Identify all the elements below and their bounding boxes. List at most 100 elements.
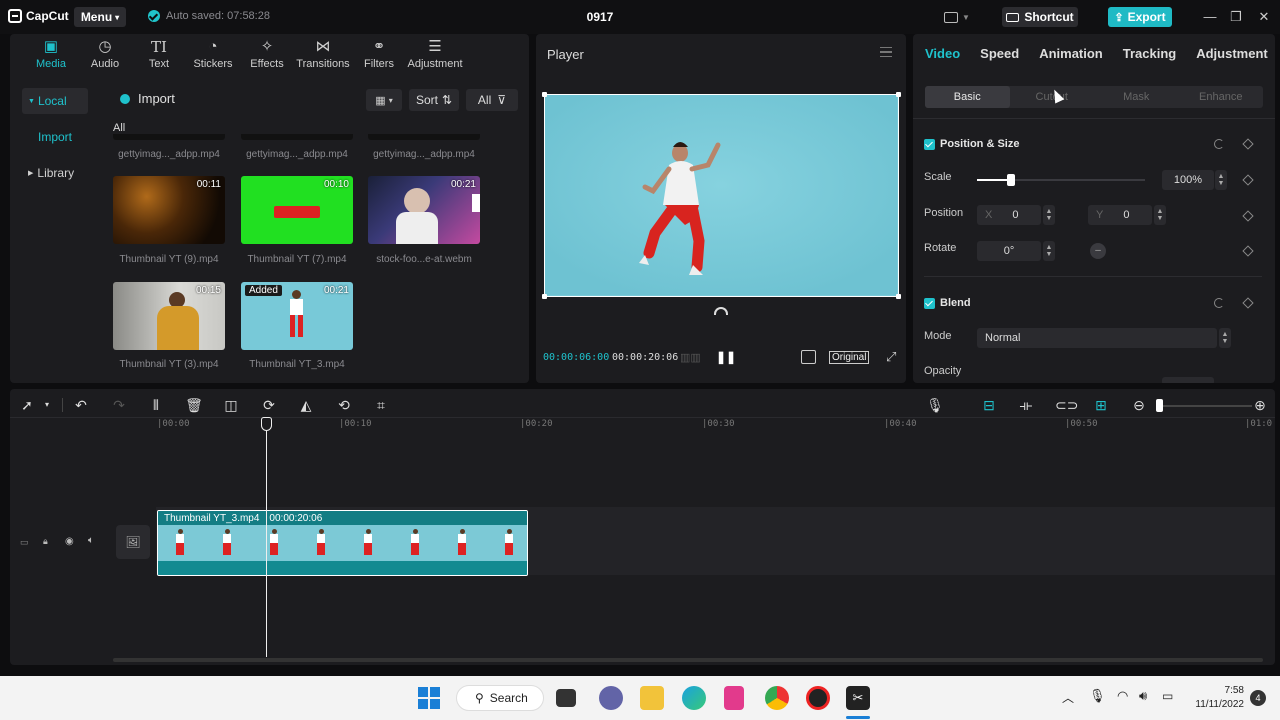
zoom-slider[interactable]: [1156, 399, 1252, 412]
delete-icon[interactable]: 🗑︎: [185, 396, 203, 414]
microphone-icon[interactable]: 🎙︎: [926, 396, 944, 414]
rotate-stepper-icon[interactable]: ▲ ▼: [1043, 241, 1055, 261]
taskbar-clock[interactable]: 7:58 11/11/2022: [1188, 684, 1244, 712]
rotate-handle-icon[interactable]: [714, 307, 728, 315]
tab-audio[interactable]: ◷ Audio: [78, 34, 132, 74]
close-icon[interactable]: ✕: [1256, 9, 1272, 25]
freeze-icon[interactable]: ◫: [222, 396, 240, 414]
file-explorer-icon[interactable]: [640, 686, 664, 710]
select-cursor-icon[interactable]: ➚: [18, 396, 36, 414]
tab-text[interactable]: TI Text: [132, 34, 186, 74]
sidebar-item-library[interactable]: ▶ Library: [22, 160, 88, 186]
undo-icon[interactable]: ↶: [72, 396, 90, 414]
keyframe-icon[interactable]: [1242, 297, 1254, 309]
minimize-icon[interactable]: —: [1202, 9, 1218, 24]
microphone-icon[interactable]: 🎙︎: [1089, 688, 1106, 704]
tab-video[interactable]: Video: [925, 46, 960, 61]
tab-filters[interactable]: ⚭ Filters: [352, 34, 406, 74]
zoom-out-icon[interactable]: ⊖: [1130, 396, 1148, 414]
wifi-icon[interactable]: ◠: [1117, 688, 1128, 704]
y-stepper-icon[interactable]: ▲ ▼: [1154, 205, 1166, 225]
volume-icon[interactable]: 🔊︎: [1139, 688, 1147, 704]
scale-stepper-icon[interactable]: ▲ ▼: [1215, 170, 1227, 190]
shortcut-button[interactable]: Shortcut: [1002, 7, 1078, 27]
media-clip[interactable]: Added 00:21: [241, 282, 353, 350]
blend-header[interactable]: Blend: [924, 297, 971, 309]
teams-icon[interactable]: [599, 686, 623, 710]
zoom-slider-handle[interactable]: [1156, 399, 1163, 412]
checkbox-icon[interactable]: [924, 297, 935, 309]
tab-adjustment[interactable]: Adjustment: [1196, 46, 1268, 61]
tab-transitions[interactable]: ⋈ Transitions: [294, 34, 352, 74]
replay-icon[interactable]: ⟳: [260, 396, 278, 414]
scale-slider-handle[interactable]: [1006, 174, 1015, 186]
reset-icon[interactable]: [1214, 139, 1224, 149]
position-x-input[interactable]: X 0: [977, 205, 1041, 225]
resize-handle[interactable]: [542, 92, 547, 97]
cover-image-button[interactable]: 🖼︎: [116, 525, 150, 559]
media-clip[interactable]: 00:15: [113, 282, 225, 350]
tab-media[interactable]: ▣ Media: [24, 34, 78, 74]
view-toggle-button[interactable]: ▦ ▾: [366, 89, 402, 111]
snap-icon[interactable]: ⟛: [1017, 396, 1035, 414]
keyframe-icon[interactable]: [1242, 174, 1254, 186]
tab-tracking[interactable]: Tracking: [1123, 46, 1176, 61]
task-view-icon[interactable]: [556, 689, 576, 707]
resize-handle[interactable]: [896, 92, 901, 97]
checkbox-icon[interactable]: [924, 138, 935, 150]
resize-handle[interactable]: [542, 294, 547, 299]
magnet-link-icon[interactable]: ⊟: [980, 396, 998, 414]
clip-thumbnail-partial[interactable]: [113, 134, 225, 140]
x-stepper-icon[interactable]: ▲ ▼: [1043, 205, 1055, 225]
ratio-button[interactable]: Original: [829, 351, 870, 364]
keyframe-icon[interactable]: [1242, 245, 1254, 257]
track-cover-icon[interactable]: ▭: [20, 537, 29, 548]
taskbar-search[interactable]: ⚲ Search: [456, 685, 544, 711]
preview-axis-icon[interactable]: ⊞: [1092, 396, 1110, 414]
link-icon[interactable]: ⊂⊃: [1055, 396, 1078, 414]
video-preview[interactable]: [542, 92, 901, 299]
rotate-dial-icon[interactable]: –: [1090, 243, 1106, 259]
layout-button[interactable]: ▼: [944, 10, 974, 24]
zoom-in-icon[interactable]: ⊕: [1251, 396, 1269, 414]
sidebar-item-local[interactable]: ▼ Local: [22, 88, 88, 114]
subtab-mask[interactable]: Mask: [1094, 86, 1179, 108]
clip-thumbnail-partial[interactable]: [241, 134, 353, 140]
tab-adjustment[interactable]: ☰ Adjustment: [406, 34, 464, 74]
rotate-icon[interactable]: ⟲: [335, 396, 353, 414]
resize-handle[interactable]: [896, 294, 901, 299]
sidebar-item-import[interactable]: Import: [22, 124, 88, 150]
rotate-input[interactable]: 0°: [977, 241, 1041, 261]
tab-speed[interactable]: Speed: [980, 46, 1019, 61]
keyframe-icon[interactable]: [1242, 210, 1254, 222]
position-y-input[interactable]: Y 0: [1088, 205, 1152, 225]
redo-icon[interactable]: ↷: [110, 396, 128, 414]
export-button[interactable]: ⇪ Export: [1108, 7, 1172, 27]
eye-icon[interactable]: ◉: [65, 536, 74, 547]
windows-start-icon[interactable]: [418, 687, 440, 709]
timeline-scrub-icon[interactable]: ▥▥: [680, 351, 701, 364]
keyframe-icon[interactable]: [1242, 138, 1254, 150]
mode-stepper-icon[interactable]: ▲ ▼: [1219, 328, 1231, 348]
mirror-icon[interactable]: ◭: [297, 396, 315, 414]
media-clip[interactable]: 00:21: [368, 176, 480, 244]
pause-icon[interactable]: ❚❚: [716, 350, 736, 364]
media-clip[interactable]: 00:10: [241, 176, 353, 244]
opacity-input[interactable]: [1162, 377, 1214, 383]
crop-icon[interactable]: ⌗: [372, 396, 390, 414]
import-button[interactable]: Import: [120, 91, 175, 106]
reset-icon[interactable]: [1214, 298, 1224, 308]
scale-slider[interactable]: [977, 174, 1145, 186]
position-size-header[interactable]: Position & Size: [924, 138, 1019, 150]
subtab-enhance[interactable]: Enhance: [1179, 86, 1264, 108]
battery-icon[interactable]: ▭: [1162, 689, 1173, 703]
playhead[interactable]: [266, 419, 267, 657]
tab-animation[interactable]: Animation: [1039, 46, 1103, 61]
media-clip[interactable]: 00:11: [113, 176, 225, 244]
timeline-clip[interactable]: Thumbnail YT_3.mp4 00:00:20:06: [157, 510, 528, 576]
speaker-icon[interactable]: 🔈︎: [88, 535, 94, 546]
notification-badge[interactable]: 4: [1250, 690, 1266, 706]
timeline-scrollbar[interactable]: [113, 658, 1263, 662]
playhead-handle[interactable]: [261, 417, 272, 431]
lock-icon[interactable]: 🔒︎: [43, 536, 48, 547]
